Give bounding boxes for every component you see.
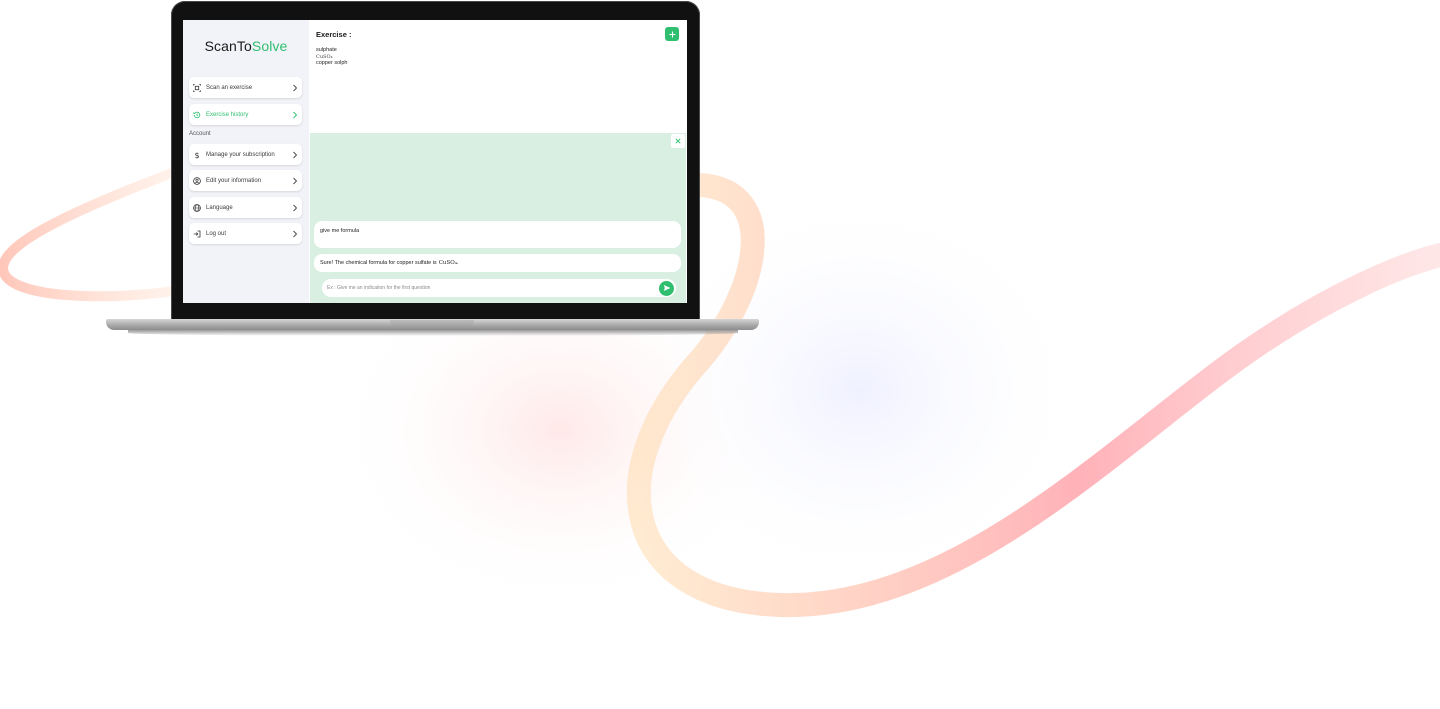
logout-icon xyxy=(193,230,201,238)
sidebar-item-language[interactable]: Language xyxy=(189,197,302,218)
chat-input-bar xyxy=(322,279,676,297)
sidebar-item-exercise-history[interactable]: Exercise history xyxy=(189,104,302,125)
chevron-right-icon xyxy=(292,230,298,238)
chevron-right-icon xyxy=(292,151,298,159)
exercise-content: sulphate CuSO₄ copper solph xyxy=(316,47,348,67)
user-circle-icon xyxy=(193,176,201,185)
chevron-right-icon xyxy=(292,177,298,185)
close-chat-button[interactable] xyxy=(671,134,685,148)
brand-logo: ScanToSolve xyxy=(183,38,309,54)
sidebar-item-label: Log out xyxy=(206,230,227,237)
history-icon xyxy=(193,111,201,119)
chevron-right-icon xyxy=(292,204,298,212)
sidebar-item-label: Exercise history xyxy=(206,111,249,118)
sidebar-item-manage-subscription[interactable]: $ Manage your subscription xyxy=(189,144,302,165)
section-label-account: Account xyxy=(189,131,211,137)
plus-icon xyxy=(669,31,675,37)
user-message-bubble: give me formula xyxy=(314,221,681,248)
dollar-icon: $ xyxy=(193,151,201,159)
send-button[interactable] xyxy=(659,280,674,296)
send-icon xyxy=(663,285,670,291)
sidebar-item-label: Edit your information xyxy=(206,177,262,184)
chat-input[interactable] xyxy=(327,285,659,291)
laptop-base-shadow xyxy=(128,330,738,336)
brand-accent: Solve xyxy=(251,38,288,54)
sidebar: ScanToSolve Scan an exercise Exercise hi… xyxy=(183,20,309,303)
globe-icon xyxy=(193,203,201,212)
chevron-right-icon xyxy=(292,84,298,92)
assistant-message-bubble: Sure! The chemical formula for copper su… xyxy=(314,254,681,272)
assistant-message-text: Sure! The chemical formula for copper su… xyxy=(320,260,437,266)
exercise-line: copper solph xyxy=(316,60,348,66)
user-message-text: give me formula xyxy=(320,228,360,234)
sidebar-item-label: Manage your subscription xyxy=(206,151,275,158)
assistant-message-formula: CuSO₄. xyxy=(438,260,459,266)
sidebar-item-log-out[interactable]: Log out xyxy=(189,223,302,244)
chevron-right-icon xyxy=(292,111,298,119)
sidebar-item-scan-exercise[interactable]: Scan an exercise xyxy=(189,77,302,98)
chat-panel: give me formula Sure! The chemical formu… xyxy=(310,133,686,303)
add-exercise-button[interactable] xyxy=(665,27,679,41)
brand-prefix: ScanTo xyxy=(204,38,252,54)
scan-icon xyxy=(193,83,201,92)
main-panel: Exercise : sulphate CuSO₄ copper solph g… xyxy=(309,20,687,303)
laptop-notch xyxy=(390,320,474,327)
sidebar-item-label: Scan an exercise xyxy=(206,84,253,91)
close-icon xyxy=(675,138,681,144)
sidebar-item-label: Language xyxy=(206,204,233,211)
app-screen: ScanToSolve Scan an exercise Exercise hi… xyxy=(183,20,687,303)
exercise-title: Exercise : xyxy=(316,30,352,39)
svg-text:$: $ xyxy=(194,151,199,159)
sidebar-item-edit-information[interactable]: Edit your information xyxy=(189,170,302,191)
